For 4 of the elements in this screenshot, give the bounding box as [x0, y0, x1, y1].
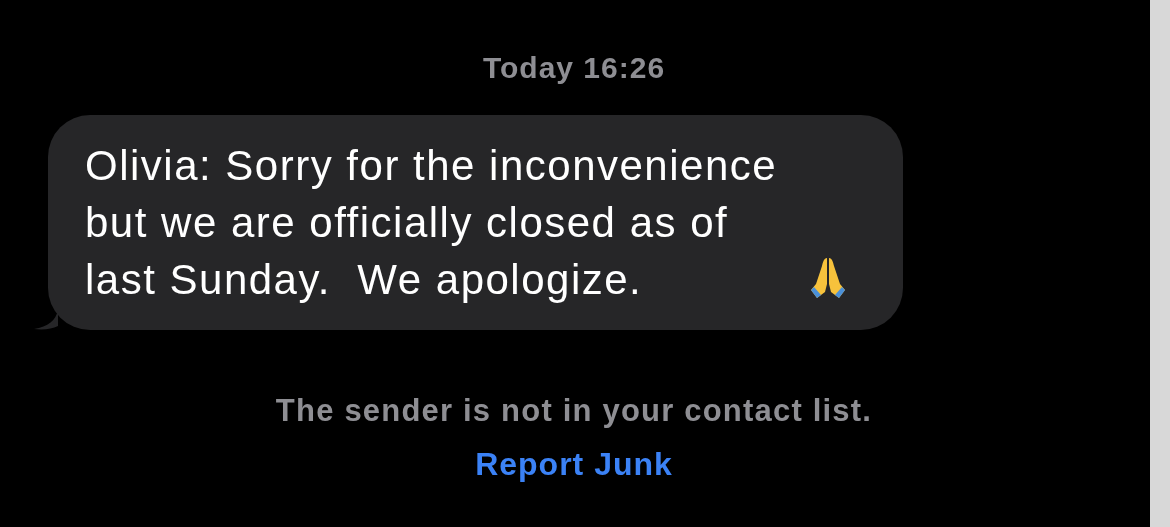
timestamp: Today 16:26 [482, 52, 666, 84]
message-text: Olivia: Sorry for the inconvenience but we are officially closed as of last Sunday. We apologize. [85, 141, 778, 305]
notice-text: The sender is not in your contact list. [275, 395, 873, 427]
report-junk-link[interactable]: Report Junk [475, 447, 673, 481]
